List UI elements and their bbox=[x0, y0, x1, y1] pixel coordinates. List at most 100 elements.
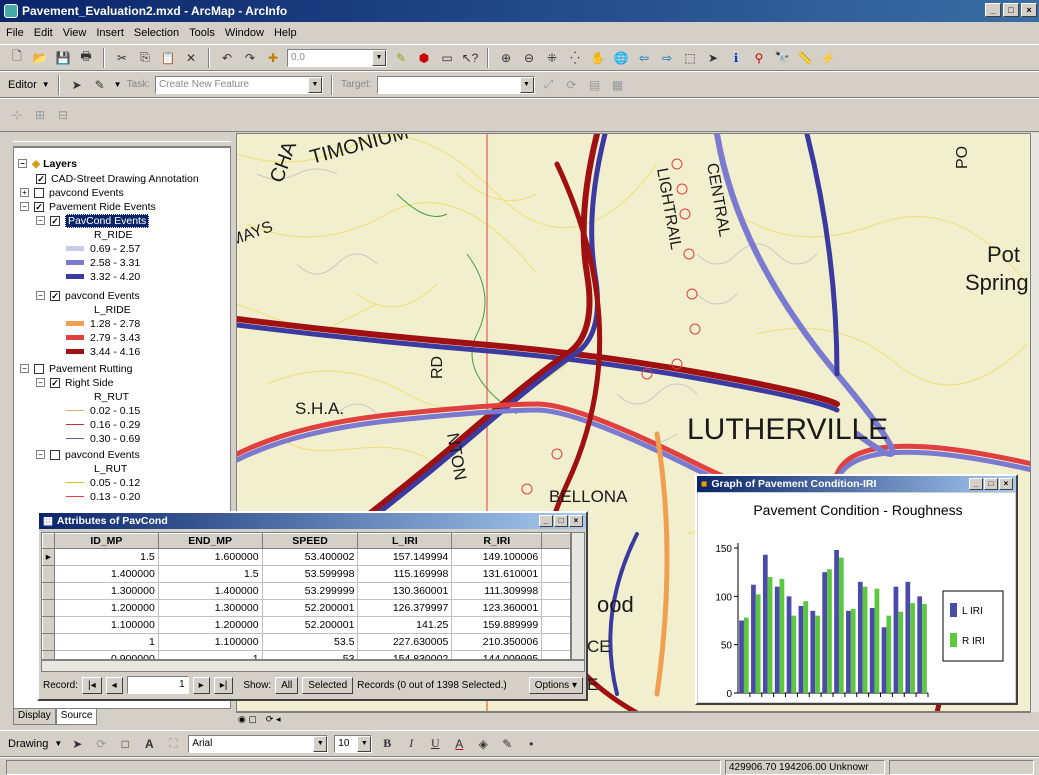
row-selector[interactable] bbox=[42, 565, 55, 583]
toc-layer[interactable]: − ✓ Right Side bbox=[36, 376, 113, 389]
minimize-button[interactable]: _ bbox=[985, 3, 1001, 17]
command-line-icon[interactable]: ▭ bbox=[438, 49, 456, 67]
open-icon[interactable]: 📂 bbox=[31, 49, 49, 67]
last-record-button[interactable]: ▸| bbox=[213, 676, 234, 694]
toc-group[interactable]: − Pavement Rutting bbox=[20, 362, 132, 375]
arctoolbox-icon[interactable]: ⬢ bbox=[415, 49, 433, 67]
chevron-down-icon[interactable]: ▼ bbox=[313, 735, 328, 752]
fixed-zoom-in-icon[interactable]: ⁜ bbox=[543, 49, 561, 67]
text-icon[interactable]: A bbox=[140, 735, 158, 753]
select-features-icon[interactable]: ⬚ bbox=[681, 49, 699, 67]
menu-help[interactable]: Help bbox=[274, 27, 297, 39]
close-button[interactable]: × bbox=[1021, 3, 1037, 17]
bold-icon[interactable]: B bbox=[378, 735, 396, 753]
collapse-icon[interactable]: − bbox=[36, 450, 45, 459]
lightning-icon[interactable]: ⚡ bbox=[819, 49, 837, 67]
row-selector[interactable] bbox=[42, 599, 55, 617]
table-horizontal-scrollbar[interactable] bbox=[41, 660, 585, 672]
table-row[interactable]: 1.400000 1.5 53.599998 115.169998 131.610001 bbox=[42, 565, 570, 583]
cell[interactable]: 52.200001 bbox=[262, 599, 359, 617]
cell[interactable]: 144.009995 bbox=[451, 650, 543, 659]
layer-checkbox[interactable]: ✓ bbox=[50, 215, 60, 226]
topology-icon[interactable]: ⊹ bbox=[8, 106, 26, 124]
menu-tools[interactable]: Tools bbox=[189, 27, 215, 39]
row-selector[interactable] bbox=[42, 633, 55, 651]
zoom-out-icon[interactable]: ⊖ bbox=[520, 49, 538, 67]
whats-this-icon[interactable]: ↖? bbox=[461, 49, 479, 67]
cell[interactable]: 53 bbox=[262, 650, 359, 659]
menu-window[interactable]: Window bbox=[225, 27, 264, 39]
line-color-icon[interactable]: ✎ bbox=[498, 735, 516, 753]
cell[interactable]: 1 bbox=[54, 633, 159, 651]
menu-selection[interactable]: Selection bbox=[134, 27, 179, 39]
task-combo[interactable]: Create New Feature ▼ bbox=[154, 75, 323, 94]
toc-layer[interactable]: − ✓ pavcond Events bbox=[36, 289, 140, 302]
table-vertical-scrollbar[interactable] bbox=[571, 532, 585, 660]
cell[interactable]: 53.5 bbox=[262, 633, 359, 651]
undo-icon[interactable]: ↶ bbox=[218, 49, 236, 67]
layer-checkbox[interactable]: ✓ bbox=[34, 201, 44, 212]
print-icon[interactable]: 🖶 bbox=[77, 49, 95, 67]
chevron-down-icon[interactable]: ▼ bbox=[357, 735, 372, 752]
cell[interactable]: 1.100000 bbox=[54, 616, 159, 634]
measure-icon[interactable]: 📏 bbox=[796, 49, 814, 67]
data-view-icon[interactable]: ◉ ▢ bbox=[238, 714, 257, 724]
fill-color-icon[interactable]: ◈ bbox=[474, 735, 492, 753]
cut-icon[interactable]: ✂ bbox=[113, 49, 131, 67]
save-icon[interactable]: 💾 bbox=[54, 49, 72, 67]
layer-checkbox[interactable] bbox=[34, 187, 44, 198]
collapse-icon[interactable]: − bbox=[36, 378, 45, 387]
column-header[interactable]: ID_MP bbox=[53, 533, 159, 549]
cell[interactable]: 53.599998 bbox=[262, 565, 359, 583]
menu-view[interactable]: View bbox=[63, 27, 87, 39]
back-icon[interactable]: ⇦ bbox=[635, 49, 653, 67]
layer-checkbox[interactable] bbox=[34, 363, 44, 374]
column-header[interactable]: L_IRI bbox=[357, 533, 453, 549]
maximize-button[interactable]: □ bbox=[984, 478, 998, 490]
tab-source[interactable]: Source bbox=[55, 709, 98, 725]
marker-color-icon[interactable]: • bbox=[522, 735, 540, 753]
collapse-icon[interactable]: − bbox=[18, 159, 27, 168]
fixed-zoom-out-icon[interactable]: ⁛ bbox=[566, 49, 584, 67]
drawing-menu[interactable]: Drawing bbox=[8, 738, 48, 750]
chevron-down-icon[interactable]: ▼ bbox=[519, 76, 534, 93]
graph-title-bar[interactable]: ■ Graph of Pavement Condition-IRI _ □ × bbox=[697, 476, 1016, 492]
cell[interactable]: 115.169998 bbox=[357, 565, 453, 583]
cell[interactable] bbox=[541, 548, 570, 566]
show-selected-button[interactable]: Selected bbox=[302, 676, 354, 694]
collapse-icon[interactable]: − bbox=[36, 216, 45, 225]
paste-icon[interactable]: 📋 bbox=[159, 49, 177, 67]
collapse-icon[interactable]: − bbox=[36, 291, 45, 300]
map-scrollbar[interactable] bbox=[1031, 133, 1039, 712]
cell[interactable]: 53.299999 bbox=[262, 582, 359, 600]
cell[interactable]: 149.100006 bbox=[451, 548, 543, 566]
layer-checkbox[interactable]: ✓ bbox=[50, 290, 60, 301]
cell[interactable] bbox=[541, 650, 570, 659]
menu-file[interactable]: File bbox=[6, 27, 24, 39]
table-row[interactable]: 1.100000 1.200000 52.200001 141.25 159.88999… bbox=[42, 616, 570, 634]
font-combo[interactable]: Arial ▼ bbox=[188, 734, 329, 753]
close-button[interactable]: × bbox=[569, 515, 583, 527]
target-combo[interactable]: ▼ bbox=[376, 75, 535, 94]
show-all-button[interactable]: All bbox=[275, 676, 299, 694]
layer-checkbox[interactable]: ✓ bbox=[50, 377, 60, 388]
chevron-down-icon[interactable]: ▼ bbox=[54, 739, 62, 748]
copy-icon[interactable]: ⎘ bbox=[136, 49, 154, 67]
cell[interactable]: 123.360001 bbox=[451, 599, 543, 617]
toc-layer[interactable]: − pavcond Events bbox=[36, 448, 140, 461]
attributes-icon[interactable]: ▤ bbox=[586, 76, 604, 94]
collapse-icon[interactable]: − bbox=[20, 364, 29, 373]
cell[interactable] bbox=[541, 599, 570, 617]
editor-toolbar-icon[interactable]: ✎ bbox=[392, 49, 410, 67]
redo-icon[interactable]: ↷ bbox=[241, 49, 259, 67]
table-row[interactable]: 1.200000 1.300000 52.200001 126.379997 123.3… bbox=[42, 599, 570, 617]
minimize-button[interactable]: _ bbox=[539, 515, 553, 527]
rotate-tool-icon[interactable]: ⟳ bbox=[563, 76, 581, 94]
new-icon[interactable]: 🗋 bbox=[8, 49, 26, 67]
underline-icon[interactable]: U bbox=[426, 735, 444, 753]
cell[interactable]: 210.350006 bbox=[451, 633, 543, 651]
attributes-title-bar[interactable]: ▦ Attributes of PavCond _ □ × bbox=[39, 513, 586, 529]
font-size-combo[interactable]: 10 ▼ bbox=[334, 734, 373, 753]
chevron-down-icon[interactable]: ▼ bbox=[42, 80, 50, 89]
cell[interactable]: 1.200000 bbox=[54, 599, 159, 617]
